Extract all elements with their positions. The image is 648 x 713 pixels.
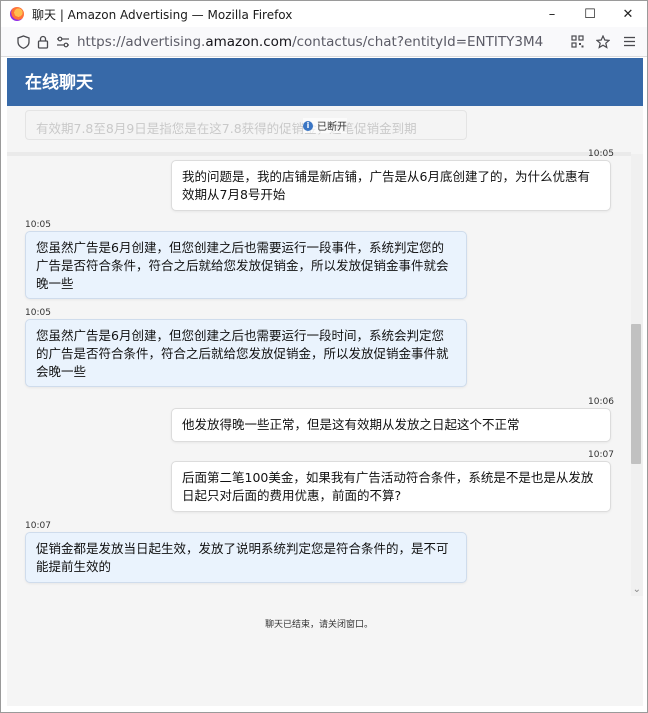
window-title: 聊天 | Amazon Advertising — Mozilla Firefo…	[32, 7, 293, 22]
window-controls: – ☐ ✕	[533, 1, 647, 27]
url-bar-actions	[567, 32, 639, 52]
url-bar: https://advertising.amazon.com/contactus…	[1, 27, 647, 57]
message-time: 10:07	[25, 521, 51, 531]
browser-window: 聊天 | Amazon Advertising — Mozilla Firefo…	[0, 0, 648, 713]
divider	[7, 152, 631, 156]
chat-header: 在线聊天	[7, 58, 643, 106]
incoming-message: 您虽然广告是6月创建，但您创建之后也需要运行一段事件，系统判定您的广告是否符合条…	[25, 231, 467, 299]
message-time: 10:05	[25, 308, 51, 318]
maximize-button[interactable]: ☐	[571, 1, 609, 27]
url-suffix: /contactus/chat?entityId=ENTITY3M4AJQ8ZL…	[292, 33, 543, 50]
scroll-down-arrow-icon[interactable]: ⌄	[633, 584, 641, 595]
url-prefix: https://advertising.	[77, 33, 206, 50]
incoming-message: 您虽然广告是6月创建，但您创建之后也需要运行一段时间，系统会判定您的广告是否符合…	[25, 319, 467, 387]
info-icon: i	[303, 120, 313, 131]
message-time: 10:05	[25, 220, 51, 230]
bookmark-star-icon[interactable]	[593, 32, 613, 52]
message-time: 10:05	[588, 149, 614, 159]
firefox-logo-icon	[10, 7, 24, 21]
quoted-message: 有效期7.8至8月9日是指您是在这7.8获得的促销金，这笔促销金到期	[25, 110, 467, 140]
chat-title: 在线聊天	[25, 73, 93, 93]
permissions-icon[interactable]	[53, 32, 73, 52]
title-bar: 聊天 | Amazon Advertising — Mozilla Firefo…	[1, 1, 647, 27]
lock-icon[interactable]	[33, 32, 53, 52]
shield-icon[interactable]	[13, 32, 33, 52]
menu-icon[interactable]	[619, 32, 639, 52]
minimize-button[interactable]: –	[533, 1, 571, 27]
message-time: 10:07	[588, 450, 614, 460]
outgoing-message: 后面第二笔100美金，如果我有广告活动符合条件，系统是不是也是从发放日起只对后面…	[171, 461, 611, 512]
scrollbar-thumb[interactable]	[631, 324, 641, 464]
url-domain: amazon.com	[205, 33, 293, 50]
url-field[interactable]: https://advertising.amazon.com/contactus…	[77, 34, 543, 50]
status-text: 已断开	[317, 122, 347, 133]
qr-code-icon[interactable]	[567, 32, 587, 52]
chat-ended-notice: 聊天已结束，请关闭窗口。	[264, 620, 373, 630]
incoming-message: 促销金都是发放当日起生效，发放了说明系统判定您是符合条件的，是不可能提前生效的	[25, 532, 467, 583]
outgoing-message: 我的问题是，我的店铺是新店铺，广告是从6月底创建了的，为什么优惠有效期从7月8号…	[171, 160, 611, 211]
message-time: 10:06	[588, 397, 614, 407]
connection-status: i 已断开	[303, 118, 347, 133]
close-button[interactable]: ✕	[609, 1, 647, 27]
chat-panel: 有效期7.8至8月9日是指您是在这7.8获得的促销金，这笔促销金到期 i 已断开…	[7, 106, 643, 706]
outgoing-message: 他发放得晚一些正常，但是这有效期从发放之日起这个不正常	[171, 408, 611, 442]
